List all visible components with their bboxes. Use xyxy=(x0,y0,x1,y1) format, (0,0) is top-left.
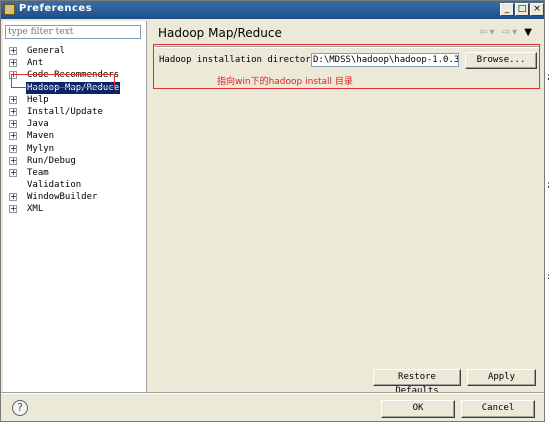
tree-item-general[interactable]: + General xyxy=(9,45,145,57)
tree-item-windowbuilder[interactable]: + WindowBuilder xyxy=(9,191,145,203)
expand-icon[interactable]: + xyxy=(9,107,17,116)
expand-icon[interactable]: + xyxy=(9,132,17,141)
hadoop-dir-label: Hadoop installation directory: xyxy=(159,55,322,65)
tree-item-label: Install/Update xyxy=(27,106,103,117)
background-mark: ; xyxy=(547,180,551,190)
tree-item-label: WindowBuilder xyxy=(27,192,98,203)
expand-icon[interactable]: + xyxy=(9,168,17,177)
tree-item-xml[interactable]: + XML xyxy=(9,203,145,215)
tree-item-label: General xyxy=(27,46,65,56)
maximize-button[interactable]: □ xyxy=(515,3,529,16)
expand-icon[interactable]: + xyxy=(9,47,17,55)
back-arrow-icon[interactable]: ⇦ xyxy=(479,27,489,38)
tree-item-maven[interactable]: + Maven xyxy=(9,130,145,142)
minimize-button[interactable]: _ xyxy=(500,3,514,16)
app-icon xyxy=(4,4,15,15)
tree-item-label: Team xyxy=(27,167,49,178)
ok-button[interactable]: OK xyxy=(381,400,455,418)
expand-icon[interactable]: + xyxy=(9,193,17,202)
cancel-button[interactable]: Cancel xyxy=(461,400,535,418)
restore-defaults-button[interactable]: Restore Defaults xyxy=(373,369,461,396)
tree-item-label: Ant xyxy=(27,58,44,69)
tree-item-label: Help xyxy=(27,94,49,105)
preferences-window: Preferences _ □ × + General + Ant + Code… xyxy=(0,0,545,422)
tree-item-ant[interactable]: + Ant xyxy=(9,57,145,69)
tree-item-label: XML xyxy=(27,204,44,215)
page-navigation: ⇦▾ ⇨▾ ▼ xyxy=(479,27,534,38)
tree-item-label: Run/Debug xyxy=(27,155,76,166)
back-menu-icon[interactable]: ▾ xyxy=(489,27,496,38)
tree-item-label: Mylyn xyxy=(27,143,55,154)
forward-arrow-icon[interactable]: ⇨ xyxy=(502,27,512,38)
tree-item-help[interactable]: + Help xyxy=(9,94,145,106)
highlight-box-tree xyxy=(11,74,115,88)
tree-item-label: Java xyxy=(27,119,49,130)
preference-tree: + General + Ant + Code Recommenders Hado… xyxy=(9,45,145,216)
tree-item-validation[interactable]: Validation xyxy=(9,179,145,191)
preference-page: Hadoop Map/Reduce ⇦▾ ⇨▾ ▼ Hadoop install… xyxy=(149,21,544,396)
expand-icon[interactable]: + xyxy=(9,144,17,153)
close-button[interactable]: × xyxy=(530,3,544,16)
page-title: Hadoop Map/Reduce xyxy=(158,26,282,40)
tree-item-java[interactable]: + Java xyxy=(9,118,145,130)
view-menu-icon[interactable]: ▼ xyxy=(524,27,534,38)
expand-icon[interactable]: + xyxy=(9,95,17,104)
help-icon[interactable]: ? xyxy=(12,400,28,416)
forward-menu-icon[interactable]: ▾ xyxy=(512,27,519,38)
window-title: Preferences xyxy=(19,3,93,14)
expand-icon[interactable]: + xyxy=(9,156,17,165)
browse-button[interactable]: Browse... xyxy=(465,52,537,69)
expand-icon[interactable]: + xyxy=(9,120,17,129)
filter-input[interactable] xyxy=(5,25,141,39)
expand-icon[interactable]: + xyxy=(9,205,17,214)
tree-item-run-debug[interactable]: + Run/Debug xyxy=(9,155,145,167)
background-mark: ; xyxy=(547,72,551,82)
annotation-text: 指向win下的hadoop install 目录 xyxy=(217,77,353,87)
tree-item-install-update[interactable]: + Install/Update xyxy=(9,106,145,118)
tree-item-label: Maven xyxy=(27,131,55,142)
tree-item-team[interactable]: + Team xyxy=(9,167,145,179)
tree-item-label: Validation xyxy=(27,180,82,191)
apply-button[interactable]: Apply xyxy=(467,369,536,386)
background-mark: : xyxy=(547,272,551,282)
tree-item-mylyn[interactable]: + Mylyn xyxy=(9,143,145,155)
expand-icon[interactable]: + xyxy=(9,59,17,68)
footer-separator xyxy=(1,392,544,394)
hadoop-dir-input[interactable]: D:\MDSS\hadoop\hadoop-1.0.3 xyxy=(311,53,459,67)
title-bar[interactable]: Preferences _ □ × xyxy=(1,1,544,19)
